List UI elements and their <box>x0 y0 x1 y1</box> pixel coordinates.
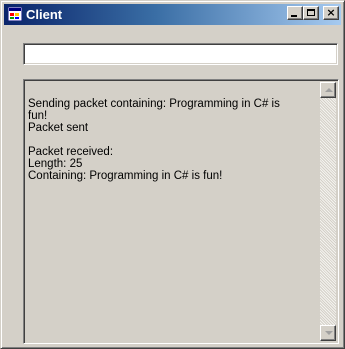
title-bar[interactable]: Client × <box>4 4 341 25</box>
app-window-icon <box>8 7 22 21</box>
log-line: Packet sent <box>28 122 89 134</box>
log-line: Containing: Programming in C# is fun! <box>28 170 223 182</box>
arrow-down-icon <box>325 331 333 335</box>
window-title: Client <box>26 7 63 22</box>
message-input[interactable] <box>23 43 338 65</box>
maximize-button[interactable] <box>303 6 319 20</box>
scroll-down-button[interactable] <box>320 325 336 341</box>
close-button[interactable]: × <box>323 6 339 20</box>
log-line: Length: 25 <box>28 158 83 170</box>
client-window: Client × Sending packet containing: Prog… <box>0 0 345 349</box>
arrow-up-icon <box>325 88 333 92</box>
maximize-icon <box>307 9 315 16</box>
scroll-up-button[interactable] <box>320 82 336 98</box>
log-line: Packet received: <box>28 146 114 158</box>
log-line: Sending packet containing: Programming i… <box>28 98 280 110</box>
log-line: fun! <box>28 110 48 122</box>
minimize-button[interactable] <box>287 6 303 20</box>
vertical-scrollbar[interactable] <box>320 82 336 341</box>
close-icon: × <box>326 6 336 19</box>
output-text: Sending packet containing: Programming i… <box>28 98 318 182</box>
output-textbox[interactable]: Sending packet containing: Programming i… <box>23 79 339 344</box>
minimize-icon <box>291 15 297 17</box>
